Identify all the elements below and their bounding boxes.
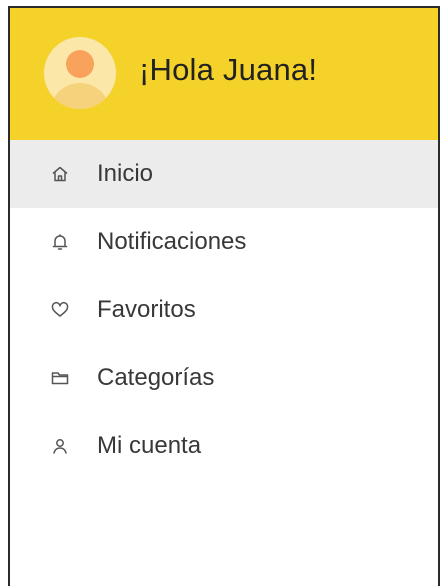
home-icon (50, 164, 70, 184)
menu-item-label: Favoritos (97, 296, 196, 323)
menu-item-label: Inicio (97, 160, 154, 187)
menu-item-label: Notificaciones (97, 228, 247, 255)
nav-menu: Inicio Notificaciones Favoritos Categorí… (10, 140, 438, 480)
bell-icon (50, 232, 70, 252)
avatar-head (66, 50, 94, 78)
menu-item-inicio[interactable]: Inicio (10, 140, 438, 208)
sidebar-drawer: ¡Hola Juana! Inicio Notificaciones Favor… (8, 6, 440, 586)
menu-item-label: Categorías (97, 364, 215, 391)
user-icon (50, 436, 70, 456)
heart-icon (50, 300, 70, 320)
avatar[interactable] (44, 37, 116, 109)
folder-icon (50, 368, 70, 388)
profile-header: ¡Hola Juana! (10, 8, 438, 140)
menu-item-label: Mi cuenta (97, 432, 202, 459)
menu-item-notificaciones[interactable]: Notificaciones (10, 208, 438, 276)
avatar-body (50, 83, 110, 109)
greeting-text: ¡Hola Juana! (139, 52, 318, 87)
menu-item-favoritos[interactable]: Favoritos (10, 276, 438, 344)
menu-item-categorias[interactable]: Categorías (10, 344, 438, 412)
menu-item-mi-cuenta[interactable]: Mi cuenta (10, 412, 438, 480)
